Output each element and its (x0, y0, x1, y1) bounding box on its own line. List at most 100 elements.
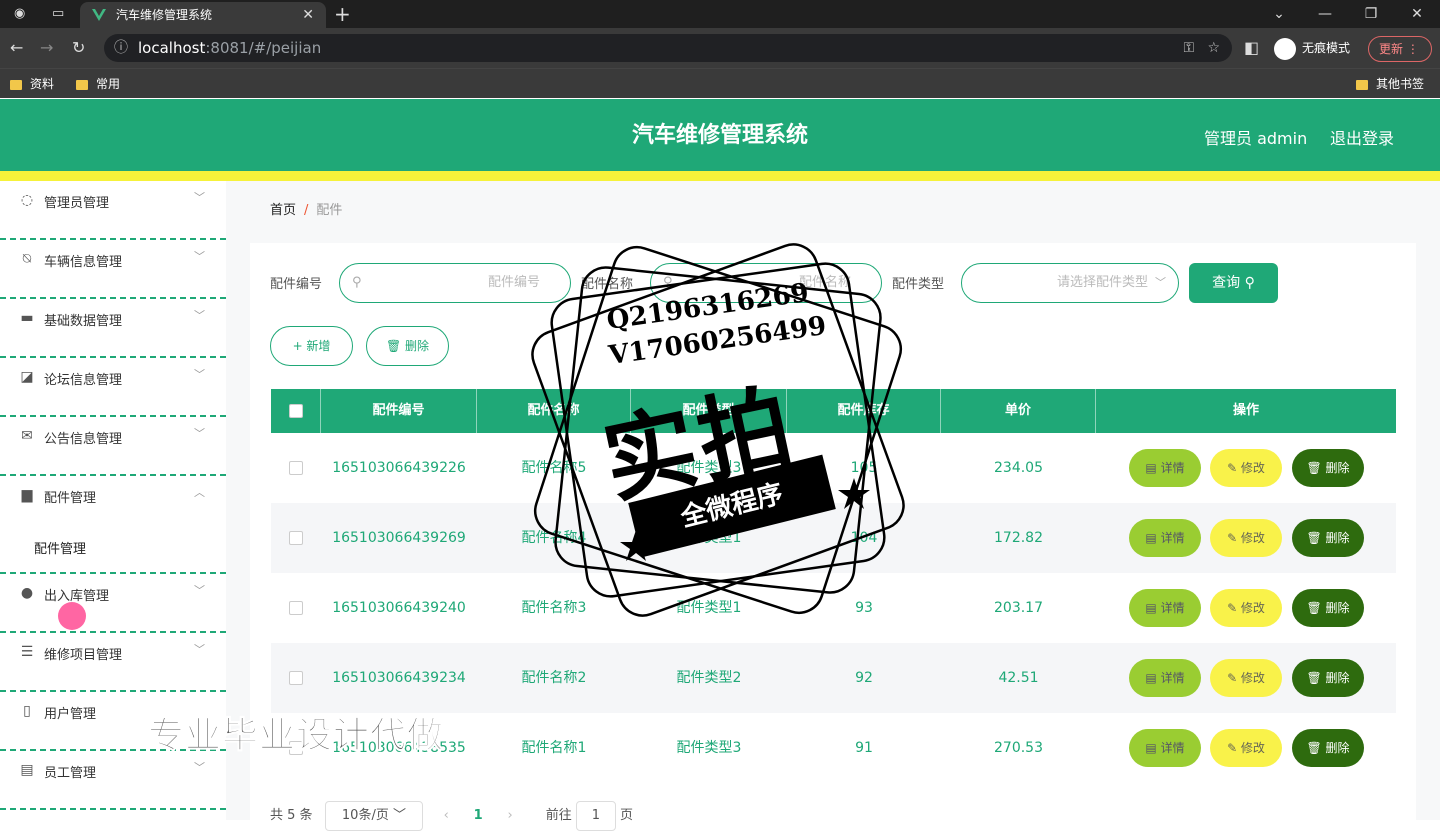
chevron-down-icon: ﹀ (194, 761, 205, 774)
goto-page-input[interactable]: 1 (575, 801, 616, 831)
delete-button[interactable]: 🗑 删除 (1292, 589, 1364, 627)
header-stripe (0, 171, 1440, 181)
watermark-bottom-text: 专业毕业设计代做 (147, 715, 445, 757)
edit-button[interactable]: ✎ 修改 (1210, 519, 1282, 557)
edit-button[interactable]: ✎ 修改 (1210, 449, 1282, 487)
incognito-indicator[interactable]: 无痕模式 (1274, 36, 1350, 60)
url-host: localhost (138, 39, 206, 57)
row-checkbox[interactable] (289, 461, 303, 475)
sidebar-item-admin[interactable]: ◌ 管理员管理 ﹀ (0, 181, 226, 240)
code-filter-input[interactable]: ⚲ 配件编号 (339, 263, 571, 303)
bookmark-folder-1[interactable]: 资料 (10, 75, 54, 93)
breadcrumb-home[interactable]: 首页 (270, 203, 296, 218)
cell-name: 配件名称1 (521, 740, 587, 756)
other-bookmarks[interactable]: 其他书签 (1356, 75, 1424, 93)
sidebar-item-forum[interactable]: ◪ 论坛信息管理 ﹀ (0, 358, 226, 417)
vue-logo-icon (92, 9, 106, 21)
edit-button[interactable]: ✎ 修改 (1210, 659, 1282, 697)
chevron-down-icon: ﹀ (1155, 276, 1166, 289)
delete-button[interactable]: 🗑 删除 (1292, 729, 1364, 767)
table-row: 165103066439234 配件名称2 配件类型2 92 42.51 ▤ 详… (271, 643, 1396, 713)
row-checkbox[interactable] (289, 671, 303, 685)
edit-button[interactable]: ✎ 修改 (1210, 729, 1282, 767)
sidebar-item-stock[interactable]: ● 出入库管理 ﹀ (0, 574, 226, 633)
submenu-parts-manage[interactable]: 配件管理 (34, 538, 86, 557)
tab-list-icon[interactable]: ▭ (52, 6, 68, 22)
close-window-icon[interactable]: ✕ (1394, 0, 1440, 28)
url-input[interactable]: ⓘ localhost:8081/#/peijian ⚿ ☆ (104, 34, 1232, 62)
th-type: 配件类型 (631, 389, 787, 433)
cell-stock: 91 (855, 740, 873, 756)
sidebar-item-parts[interactable]: ▆ 配件管理 ︿ (0, 476, 226, 574)
type-filter-select[interactable]: 请选择配件类型 ﹀ (961, 263, 1179, 303)
mail-icon: ✉ (21, 428, 33, 444)
type-filter-label: 配件类型 (892, 277, 945, 292)
sidebar-item-notice[interactable]: ✉ 公告信息管理 ﹀ (0, 417, 226, 476)
chart-icon: ◪ (20, 369, 34, 385)
key-star-icons[interactable]: ⚿ ☆ (1183, 34, 1220, 62)
detail-button[interactable]: ▤ 详情 (1129, 659, 1201, 697)
update-button[interactable]: 更新 ⋮ (1368, 36, 1432, 62)
delete-button[interactable]: 🗑 删除 (1292, 659, 1364, 697)
logout-link[interactable]: 退出登录 (1330, 125, 1394, 149)
detail-button[interactable]: ▤ 详情 (1129, 449, 1201, 487)
name-filter-label: 配件名称 (581, 277, 634, 292)
sidebar-item-basedata[interactable]: ▬ 基础数据管理 ﹀ (0, 299, 226, 358)
minimize-icon[interactable]: — (1302, 0, 1348, 28)
prev-page-icon[interactable]: ‹ (444, 808, 449, 823)
cell-stock: 92 (855, 670, 873, 686)
user-info: 管理员 admin (1204, 129, 1308, 148)
cell-name: 配件名称2 (521, 670, 587, 686)
folder-icon (1356, 79, 1368, 90)
sidebar-item-staff[interactable]: ▤ 员工管理 ﹀ (0, 751, 226, 810)
delete-button[interactable]: 🗑 删除 (1292, 519, 1364, 557)
sidebar-item-vehicle[interactable]: ⍉ 车辆信息管理 ﹀ (0, 240, 226, 299)
tab-title: 汽车维修管理系统 (116, 8, 213, 22)
detail-button[interactable]: ▤ 详情 (1129, 729, 1201, 767)
reload-icon[interactable]: ↻ (72, 38, 85, 57)
detail-button[interactable]: ▤ 详情 (1129, 519, 1201, 557)
new-tab-icon[interactable]: + (334, 0, 351, 28)
browser-tab[interactable]: 汽车维修管理系统 ✕ (80, 2, 326, 28)
close-tab-icon[interactable]: ✕ (302, 2, 314, 28)
th-code: 配件编号 (321, 389, 477, 433)
bookmark-folder-2[interactable]: 常用 (76, 75, 120, 93)
row-checkbox[interactable] (289, 531, 303, 545)
app-header: 汽车维修管理系统 管理员 admin 退出登录 (0, 99, 1440, 171)
chevron-down-icon: ﹀ (194, 584, 205, 597)
sidebar-item-repair[interactable]: ☰ 维修项目管理 ﹀ (0, 633, 226, 692)
select-all-checkbox[interactable] (288, 403, 303, 418)
add-button[interactable]: + 新增 (270, 326, 353, 366)
chevron-down-icon: ﹀ (194, 250, 205, 263)
batch-delete-button[interactable]: 🗑 删除 (366, 326, 449, 366)
table-row: 165103066439226 配件名称5 配件类型3 105 234.05 ▤… (271, 433, 1396, 503)
monitor-icon: ▬ (20, 310, 34, 326)
next-page-icon[interactable]: › (507, 808, 512, 823)
incognito-label: 无痕模式 (1302, 41, 1351, 55)
query-button[interactable]: 查询 ⚲ (1189, 263, 1278, 303)
th-name: 配件名称 (477, 389, 631, 433)
briefcase-icon: ▤ (20, 762, 34, 778)
user-icon: ● (20, 585, 34, 601)
maximize-icon[interactable]: ❐ (1348, 0, 1394, 28)
info-icon: ⓘ (114, 40, 128, 56)
globe-icon[interactable]: ◉ (14, 6, 30, 22)
cell-price: 203.17 (994, 600, 1043, 616)
cell-code: 165103066439269 (332, 530, 466, 546)
page-size-select[interactable]: 10条/页 ﹀ (324, 801, 423, 831)
row-checkbox[interactable] (289, 601, 303, 615)
list-icon: ☰ (20, 644, 34, 660)
tab-search-icon[interactable]: ⌄ (1256, 0, 1302, 28)
search-icon: ⚲ (352, 275, 362, 290)
forward-icon[interactable]: → (40, 38, 53, 57)
delete-button[interactable]: 🗑 删除 (1292, 449, 1364, 487)
breadcrumb: 首页 / 配件 (270, 199, 342, 218)
current-page[interactable]: 1 (474, 808, 483, 823)
table-header: 配件编号 配件名称 配件类型 配件库存 单价 操作 (271, 389, 1396, 433)
name-filter-input[interactable]: ⚲ 配件名称 (650, 263, 882, 303)
detail-button[interactable]: ▤ 详情 (1129, 589, 1201, 627)
edit-button[interactable]: ✎ 修改 (1210, 589, 1282, 627)
back-icon[interactable]: ← (10, 38, 23, 57)
address-bar-row: ← → ↻ ⓘ localhost:8081/#/peijian ⚿ ☆ ◧ 无… (0, 28, 1440, 68)
sidepanel-icon[interactable]: ◧ (1244, 38, 1259, 57)
